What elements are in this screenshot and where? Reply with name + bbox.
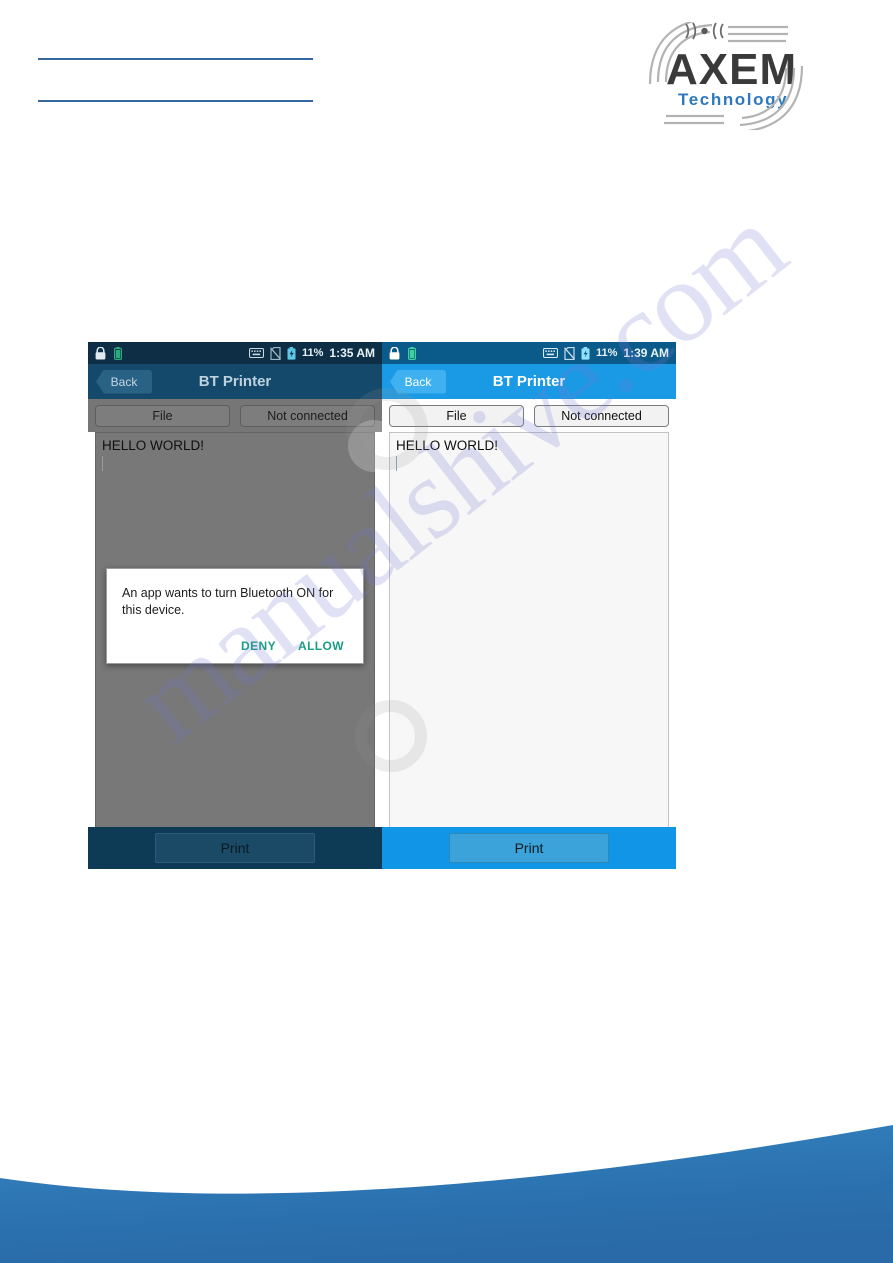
file-button-label: File: [446, 409, 467, 423]
status-bar: 11% 1:39 AM: [382, 342, 676, 364]
screenshot-pair: 11% 1:35 AM Back BT Printer File Not con…: [88, 342, 676, 869]
lock-icon: [389, 346, 400, 360]
app-bar: Back BT Printer: [88, 364, 382, 399]
footer-wave-decoration: [0, 1125, 893, 1263]
print-text-value: HELLO WORLD!: [102, 438, 205, 453]
connection-status-button[interactable]: Not connected: [240, 405, 375, 427]
connection-status-button[interactable]: Not connected: [534, 405, 669, 427]
bluetooth-permission-dialog: An app wants to turn Bluetooth ON for th…: [106, 568, 364, 664]
status-bar: 11% 1:35 AM: [88, 342, 382, 364]
battery-percent: 11%: [302, 347, 324, 359]
battery-icon: [114, 346, 123, 360]
file-button[interactable]: File: [95, 405, 230, 427]
back-button[interactable]: Back: [390, 369, 446, 394]
app-bar: Back BT Printer: [382, 364, 676, 399]
logo-top-lines: [728, 25, 788, 43]
no-sim-icon: [270, 346, 281, 360]
dialog-actions: DENY ALLOW: [122, 639, 348, 653]
document-page: AXEM Technology manualshive.com 11% 1:35…: [0, 0, 893, 1263]
header-rule-top: [38, 58, 313, 60]
file-button[interactable]: File: [389, 405, 524, 427]
print-button[interactable]: Print: [155, 833, 315, 863]
logo-bottom-lines: [664, 114, 724, 125]
no-sim-icon: [564, 346, 575, 360]
header-rule-bottom: [38, 100, 313, 102]
screenshot-left: 11% 1:35 AM Back BT Printer File Not con…: [88, 342, 382, 869]
back-button-label: Back: [404, 374, 432, 389]
back-button-label: Back: [110, 374, 138, 389]
axem-technology-logo: AXEM Technology: [636, 22, 816, 130]
lock-icon: [95, 346, 106, 360]
battery-icon: [408, 346, 417, 360]
screenshot-right: 11% 1:39 AM Back BT Printer File Not con…: [382, 342, 676, 869]
charging-battery-icon: [287, 346, 296, 360]
connection-status-label: Not connected: [267, 409, 348, 423]
print-button-label: Print: [514, 840, 544, 856]
status-time: 1:35 AM: [329, 346, 375, 360]
allow-button[interactable]: ALLOW: [298, 639, 344, 653]
charging-battery-icon: [581, 346, 590, 360]
keyboard-icon: [542, 347, 559, 359]
toolbar: File Not connected: [88, 399, 382, 432]
logo-wordmark: AXEM: [666, 45, 797, 94]
connection-status-label: Not connected: [561, 409, 642, 423]
print-button-label: Print: [220, 840, 250, 856]
bottom-bar: Print: [88, 827, 382, 869]
text-caret: [102, 456, 103, 471]
deny-button[interactable]: DENY: [241, 639, 276, 653]
text-caret: [396, 456, 397, 471]
print-button[interactable]: Print: [449, 833, 609, 863]
back-button[interactable]: Back: [96, 369, 152, 394]
toolbar: File Not connected: [382, 399, 676, 432]
logo-signal-dot-icon: [701, 27, 708, 35]
print-text-input[interactable]: HELLO WORLD!: [389, 432, 669, 827]
file-button-label: File: [152, 409, 173, 423]
dialog-message: An app wants to turn Bluetooth ON for th…: [122, 586, 334, 617]
battery-percent: 11%: [596, 347, 618, 359]
print-text-value: HELLO WORLD!: [396, 438, 499, 453]
bottom-bar: Print: [382, 827, 676, 869]
keyboard-icon: [248, 347, 265, 359]
status-time: 1:39 AM: [623, 346, 669, 360]
